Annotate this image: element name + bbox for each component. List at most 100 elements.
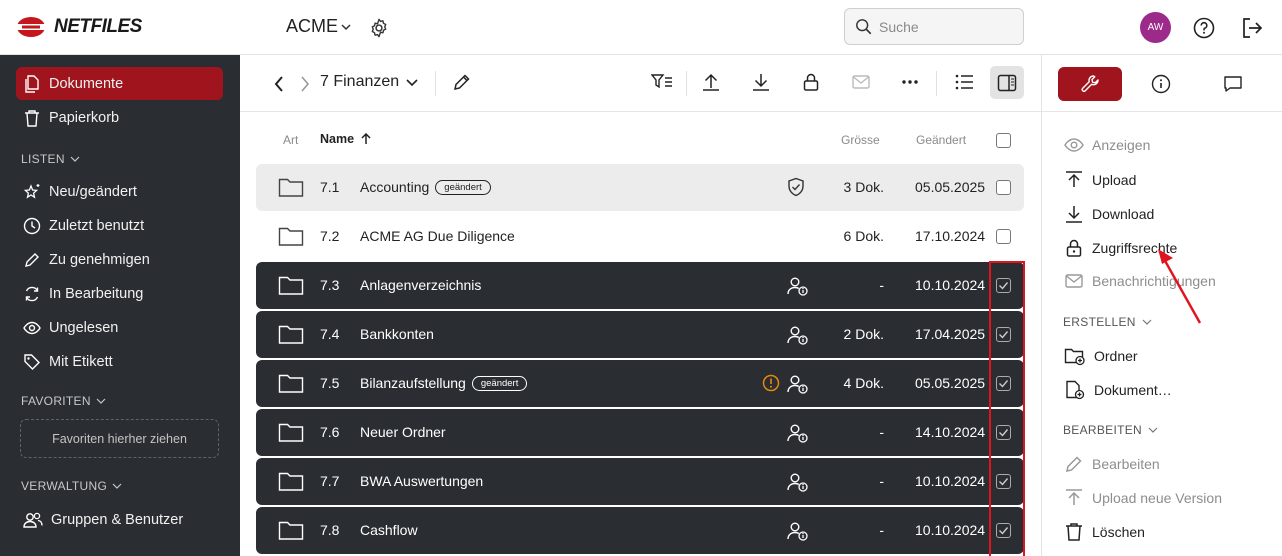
tab-actions[interactable] — [1058, 67, 1122, 101]
action-zugriffsrechte[interactable]: Zugriffsrechte — [1064, 238, 1177, 258]
row-checkbox[interactable] — [996, 523, 1011, 538]
list-view-button[interactable] — [954, 72, 974, 92]
folder-title-dropdown[interactable]: 7 Finanzen — [320, 73, 419, 91]
row-checkbox[interactable] — [996, 474, 1011, 489]
sidebar-item-in-bearbeitung[interactable]: In Bearbeitung — [16, 277, 223, 310]
table-row[interactable]: 7.2 ACME AG Due Diligence 6 Dok. 17.10.2024 — [256, 213, 1024, 260]
table-row[interactable]: 7.8 Cashflow - 10.10.2024 — [256, 507, 1024, 554]
column-header-changed[interactable]: Geändert — [916, 133, 966, 147]
tab-info[interactable] — [1129, 67, 1193, 101]
row-checkbox[interactable] — [996, 327, 1011, 342]
section-favoriten[interactable]: FAVORITEN — [21, 394, 106, 408]
row-name[interactable]: Neuer Ordner — [360, 424, 446, 440]
more-button[interactable] — [900, 72, 920, 92]
table-row[interactable]: 7.7 BWA Auswertungen - 10.10.2024 — [256, 458, 1024, 505]
select-all-checkbox[interactable] — [996, 133, 1011, 148]
rename-button[interactable] — [452, 72, 472, 92]
sidebar-item-neu-geaendert[interactable]: Neu/geändert — [16, 175, 223, 208]
sidebar-item-papierkorb[interactable]: Papierkorb — [16, 101, 223, 134]
action-anzeigen[interactable]: Anzeigen — [1064, 136, 1150, 154]
logout-button[interactable] — [1241, 17, 1263, 39]
action-label: Upload neue Version — [1092, 490, 1222, 506]
upload-icon — [703, 73, 719, 91]
folder-icon — [278, 177, 304, 198]
favorites-drop-zone[interactable]: Favoriten hierher ziehen — [20, 419, 219, 458]
filter-button[interactable] — [651, 72, 673, 92]
upload-button[interactable] — [701, 72, 721, 92]
row-checkbox[interactable] — [996, 376, 1011, 391]
row-name[interactable]: BWA Auswertungen — [360, 473, 483, 489]
chevron-down-icon — [1142, 319, 1152, 325]
sidebar-item-ungelesen[interactable]: Ungelesen — [16, 311, 223, 344]
sort-ascending-icon — [361, 133, 371, 144]
column-header-type[interactable]: Art — [283, 133, 298, 147]
list-icon — [955, 74, 973, 90]
table-row[interactable]: 7.4 Bankkonten 2 Dok. 17.04.2025 — [256, 311, 1024, 358]
sidebar-item-gruppen-benutzer[interactable]: Gruppen & Benutzer — [16, 503, 223, 536]
sidebar-item-dokumente[interactable]: Dokumente — [16, 67, 223, 100]
table-row[interactable]: 7.3 Anlagenverzeichnis - 10.10.2024 — [256, 262, 1024, 309]
action-upload-new-version[interactable]: Upload neue Version — [1064, 488, 1222, 508]
status-badge: geändert — [435, 179, 491, 195]
notifications-button[interactable] — [851, 72, 871, 92]
action-bearbeiten[interactable]: Bearbeiten — [1064, 454, 1160, 474]
row-name[interactable]: ACME AG Due Diligence — [360, 228, 515, 244]
help-button[interactable] — [1193, 17, 1215, 39]
row-name[interactable]: Cashflow — [360, 522, 418, 538]
sidebar-item-mit-etikett[interactable]: Mit Etikett — [16, 345, 223, 378]
row-checkbox[interactable] — [996, 229, 1011, 244]
row-name[interactable]: Anlagenverzeichnis — [360, 277, 481, 293]
chevron-left-icon — [274, 76, 283, 92]
avatar[interactable]: AW — [1140, 12, 1171, 43]
column-header-name[interactable]: Name — [320, 132, 372, 146]
panel-right-icon — [997, 74, 1017, 91]
section-listen[interactable]: LISTEN — [21, 152, 80, 166]
sidebar-item-zu-genehmigen[interactable]: Zu genehmigen — [16, 243, 223, 276]
row-size: - — [879, 522, 884, 538]
action-create-document[interactable]: Dokument… — [1064, 380, 1172, 400]
forward-button[interactable] — [299, 75, 311, 93]
tab-comments[interactable] — [1201, 67, 1265, 101]
action-loeschen[interactable]: Löschen — [1064, 522, 1145, 542]
section-erstellen[interactable]: ERSTELLEN — [1063, 315, 1152, 329]
row-name[interactable]: Bilanzaufstellung geändert — [360, 375, 528, 391]
row-size: - — [879, 277, 884, 293]
eye-icon — [23, 321, 41, 334]
action-label: Benachrichtigungen — [1092, 273, 1216, 289]
netfiles-logo[interactable]: NETFILES — [16, 16, 142, 38]
action-upload[interactable]: Upload — [1064, 170, 1136, 190]
action-benachrichtigungen[interactable]: Benachrichtigungen — [1064, 272, 1216, 290]
sidebar-item-zuletzt-benutzt[interactable]: Zuletzt benutzt — [16, 209, 223, 242]
workspace-settings-button[interactable] — [368, 17, 390, 39]
permissions-button[interactable] — [801, 72, 821, 92]
section-bearbeiten[interactable]: BEARBEITEN — [1063, 423, 1158, 437]
action-download[interactable]: Download — [1064, 204, 1154, 224]
search-input[interactable] — [879, 18, 1009, 35]
check-icon — [999, 527, 1009, 535]
side-panel-toggle[interactable] — [990, 66, 1024, 99]
workspace-selector[interactable]: ACME — [286, 16, 352, 37]
action-create-folder[interactable]: Ordner — [1064, 346, 1138, 366]
table-row[interactable]: 7.6 Neuer Ordner - 14.10.2024 — [256, 409, 1024, 456]
folder-icon — [278, 373, 304, 394]
row-checkbox[interactable] — [996, 278, 1011, 293]
section-verwaltung[interactable]: VERWALTUNG — [21, 479, 122, 493]
info-icon — [1151, 74, 1171, 94]
row-checkbox[interactable] — [996, 180, 1011, 195]
column-header-size[interactable]: Grösse — [841, 133, 880, 147]
row-number: 7.4 — [320, 326, 340, 342]
download-button[interactable] — [751, 72, 771, 92]
right-panel: Anzeigen Upload Download Zugriffsrechte … — [1041, 55, 1282, 556]
back-button[interactable] — [273, 75, 285, 93]
search-box[interactable] — [844, 8, 1024, 45]
row-name[interactable]: Bankkonten — [360, 326, 434, 342]
row-number: 7.7 — [320, 473, 340, 489]
eye-icon — [1064, 138, 1084, 152]
table-row[interactable]: 7.1 Accounting geändert 3 Dok. 05.05.2025 — [256, 164, 1024, 211]
row-name[interactable]: Accounting geändert — [360, 179, 491, 195]
tag-icon — [24, 353, 40, 370]
row-name-text: Bilanzaufstellung — [360, 375, 466, 391]
table-row[interactable]: 7.5 Bilanzaufstellung geändert 4 Dok. 05.05.… — [256, 360, 1024, 407]
row-checkbox[interactable] — [996, 425, 1011, 440]
row-name-text: Cashflow — [360, 522, 418, 538]
